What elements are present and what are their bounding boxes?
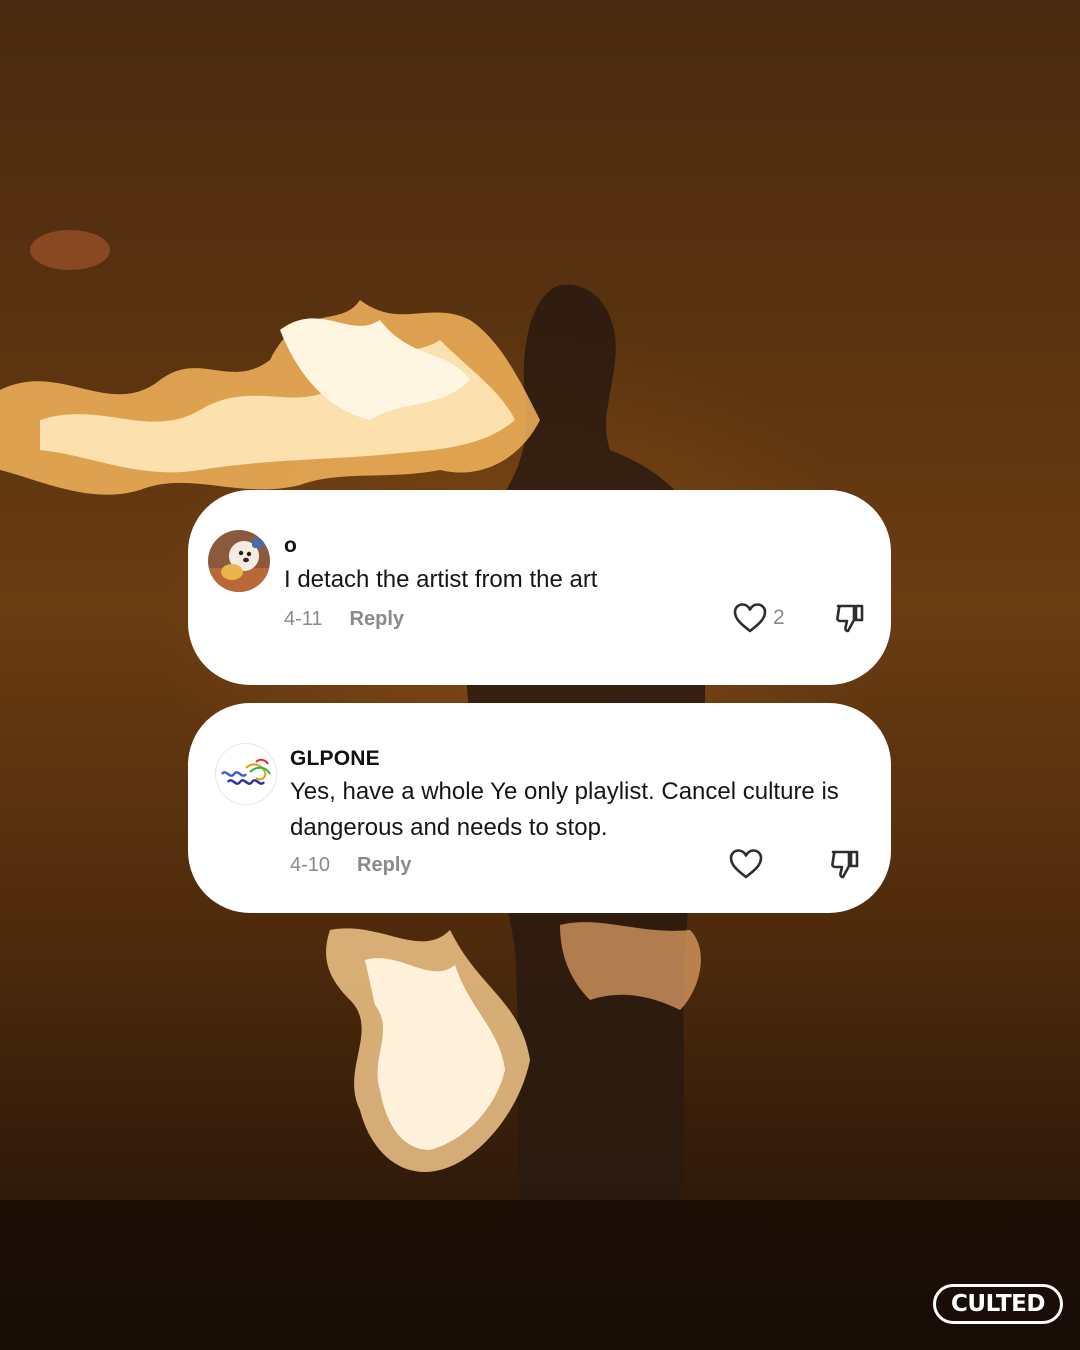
comment-card: GLPONE Yes, have a whole Ye only playlis… xyxy=(188,703,891,913)
user-avatar[interactable] xyxy=(215,743,277,805)
comment-date: 4-10 xyxy=(290,854,331,876)
comment-username[interactable]: o xyxy=(284,534,297,558)
dislike-button[interactable] xyxy=(834,602,866,639)
comment-meta: 4-10 Reply xyxy=(290,854,412,877)
thumbs-down-icon xyxy=(831,850,859,879)
comment-card: o I detach the artist from the art 4-11 … xyxy=(188,490,891,685)
user-avatar[interactable] xyxy=(208,530,270,592)
dislike-button[interactable] xyxy=(829,848,861,885)
heart-icon xyxy=(729,849,763,879)
heart-icon xyxy=(733,603,767,633)
comment-body: I detach the artist from the art xyxy=(284,566,598,593)
culted-logo: CULTED xyxy=(933,1284,1063,1324)
comment-username[interactable]: GLPONE xyxy=(290,747,380,771)
reply-button[interactable]: Reply xyxy=(357,854,411,877)
dog-photo-icon xyxy=(208,530,270,592)
thumbs-down-icon xyxy=(836,604,864,633)
comment-body: Yes, have a whole Ye only playlist. Canc… xyxy=(290,778,839,841)
protein-ribbon-icon xyxy=(221,758,271,785)
comment-meta: 4-11 Reply xyxy=(284,608,404,631)
like-button[interactable]: 2 xyxy=(733,602,785,634)
reply-button[interactable]: Reply xyxy=(350,608,404,631)
like-count: 2 xyxy=(773,606,785,629)
like-button[interactable] xyxy=(729,848,769,880)
comment-date: 4-11 xyxy=(284,608,323,630)
